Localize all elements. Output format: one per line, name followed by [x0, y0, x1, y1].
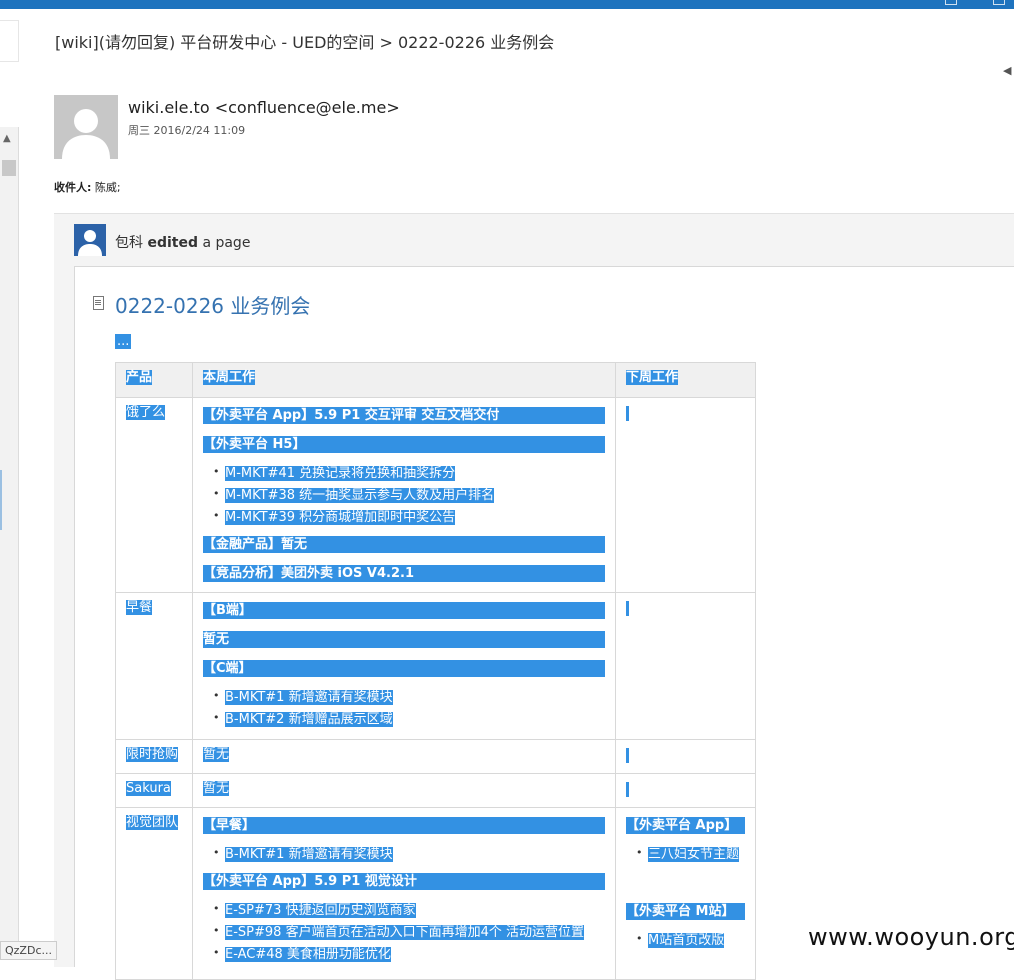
- editor-avatar[interactable]: [74, 224, 106, 256]
- header-next-week: 下周工作: [615, 362, 756, 398]
- page-ellipsis: ...: [115, 334, 132, 349]
- cell-this-week: 暂无: [192, 739, 616, 774]
- scroll-up-arrow-icon[interactable]: ▲: [3, 133, 11, 144]
- list-item: B-MKT#2 新增赠品展示区域: [213, 711, 605, 728]
- empty-selection-marker: [626, 406, 629, 421]
- close-button[interactable]: [993, 0, 1005, 5]
- section-heading: 【金融产品】暂无: [203, 536, 605, 553]
- sender-avatar: [54, 95, 118, 159]
- table-row: 限时抢购 暂无: [115, 739, 756, 774]
- task-list: M站首页改版: [626, 932, 745, 949]
- section-heading: 【外卖平台 App】5.9 P1 交互评审 交互文档交付: [203, 407, 605, 424]
- selected-item-marker: [0, 470, 2, 530]
- cell-product: 限时抢购: [115, 739, 193, 774]
- collapse-caret-icon[interactable]: ◀: [1003, 64, 1011, 77]
- watermark: www.wooyun.org: [808, 923, 1014, 951]
- cell-next-week: [615, 773, 756, 808]
- table-row: 视觉团队 【早餐】 B-MKT#1 新增邀请有奖模块 【外卖平台 App】5.9…: [115, 807, 756, 980]
- list-item: E-SP#98 客户端首页在活动入口下面再增加4个 活动运营位置: [213, 924, 605, 941]
- edit-notice: 包科 edited a page: [115, 232, 250, 252]
- table-header-row: 产品 本周工作 下周工作: [115, 362, 756, 398]
- cell-next-week: [615, 739, 756, 774]
- cell-product: 饿了么: [115, 397, 193, 593]
- section-heading: 【早餐】: [203, 817, 605, 834]
- cell-this-week: 暂无: [192, 773, 616, 808]
- header-this-week: 本周工作: [192, 362, 616, 398]
- task-list: E-SP#73 快捷返回历史浏览商家 E-SP#98 客户端首页在活动入口下面再…: [203, 902, 605, 963]
- list-item: E-SP#73 快捷返回历史浏览商家: [213, 902, 605, 919]
- section-heading: 【外卖平台 H5】: [203, 436, 605, 453]
- list-item: M-MKT#39 积分商城增加即时中奖公告: [213, 509, 605, 526]
- list-item: M-MKT#41 兑换记录将兑换和抽奖拆分: [213, 465, 605, 482]
- section-heading: 【C端】: [203, 660, 605, 677]
- list-item: B-MKT#1 新增邀请有奖模块: [213, 689, 605, 706]
- section-heading: 【B端】: [203, 602, 605, 619]
- email-subject: [wiki](请勿回复) 平台研发中心 - UED的空间 > 0222-0226…: [55, 33, 555, 52]
- empty-selection-marker: [626, 782, 629, 797]
- cell-this-week: 【外卖平台 App】5.9 P1 交互评审 交互文档交付 【外卖平台 H5】 M…: [192, 397, 616, 593]
- task-list: B-MKT#1 新增邀请有奖模块 B-MKT#2 新增赠品展示区域: [203, 689, 605, 728]
- recipients-label: 收件人:: [54, 181, 92, 194]
- list-item: M站首页改版: [636, 932, 745, 949]
- minimize-button[interactable]: [945, 0, 957, 5]
- cell-next-week: [615, 592, 756, 740]
- scrollbar-thumb[interactable]: [2, 160, 16, 176]
- left-pane-edge[interactable]: [0, 20, 19, 62]
- cell-product: Sakura: [115, 773, 193, 808]
- list-item: B-MKT#1 新增邀请有奖模块: [213, 846, 605, 863]
- editor-name[interactable]: 包科: [115, 235, 143, 251]
- edit-object: a page: [202, 235, 251, 251]
- page-icon: [93, 296, 104, 310]
- left-scrollbar[interactable]: [0, 127, 19, 947]
- recipients-line: 收件人: 陈威;: [54, 179, 121, 195]
- cell-next-week: 【外卖平台 App】 三八妇女节主题 【外卖平台 M站】 M站首页改版: [615, 807, 756, 980]
- sender-address[interactable]: wiki.ele.to <confluence@ele.me>: [128, 98, 400, 117]
- section-heading: 【外卖平台 App】5.9 P1 视觉设计: [203, 873, 605, 890]
- edit-action: edited: [147, 235, 198, 251]
- cell-product: 早餐: [115, 592, 193, 740]
- list-item: M-MKT#38 统一抽奖显示参与人数及用户排名: [213, 487, 605, 504]
- cell-this-week: 【B端】 暂无 【C端】 B-MKT#1 新增邀请有奖模块 B-MKT#2 新增…: [192, 592, 616, 740]
- section-heading: 【竞品分析】美团外卖 iOS V4.2.1: [203, 565, 605, 582]
- task-list: M-MKT#41 兑换记录将兑换和抽奖拆分 M-MKT#38 统一抽奖显示参与人…: [203, 465, 605, 526]
- recipient-name[interactable]: 陈威;: [95, 181, 121, 194]
- table-row: 早餐 【B端】 暂无 【C端】 B-MKT#1 新增邀请有奖模块 B-MKT#2…: [115, 592, 756, 740]
- header-product: 产品: [115, 362, 193, 398]
- table-row: 饿了么 【外卖平台 App】5.9 P1 交互评审 交互文档交付 【外卖平台 H…: [115, 397, 756, 593]
- list-item: 三八妇女节主题: [636, 846, 745, 863]
- email-date: 周三 2016/2/24 11:09: [128, 124, 246, 137]
- cell-this-week: 【早餐】 B-MKT#1 新增邀请有奖模块 【外卖平台 App】5.9 P1 视…: [192, 807, 616, 980]
- section-heading: 【外卖平台 App】: [626, 817, 745, 834]
- list-item: E-AC#48 美食相册功能优化: [213, 946, 605, 963]
- user-icon: [74, 224, 106, 256]
- section-text: 暂无: [203, 631, 605, 648]
- empty-selection-marker: [626, 601, 629, 616]
- window-title-bar: [0, 0, 1014, 9]
- empty-selection-marker: [626, 748, 629, 763]
- page-title-link[interactable]: 0222-0226 业务例会: [115, 290, 310, 319]
- weekly-work-table: 产品 本周工作 下周工作 饿了么 【外卖平台 App】5.9 P1 交互评审 交…: [115, 362, 756, 980]
- cell-product: 视觉团队: [115, 807, 193, 980]
- hover-tooltip: QzZDc...: [0, 941, 57, 960]
- task-list: 三八妇女节主题: [626, 846, 745, 863]
- table-row: Sakura 暂无: [115, 773, 756, 808]
- person-silhouette-icon: [54, 95, 118, 159]
- section-heading: 【外卖平台 M站】: [626, 903, 745, 920]
- cell-next-week: [615, 397, 756, 593]
- task-list: B-MKT#1 新增邀请有奖模块: [203, 846, 605, 863]
